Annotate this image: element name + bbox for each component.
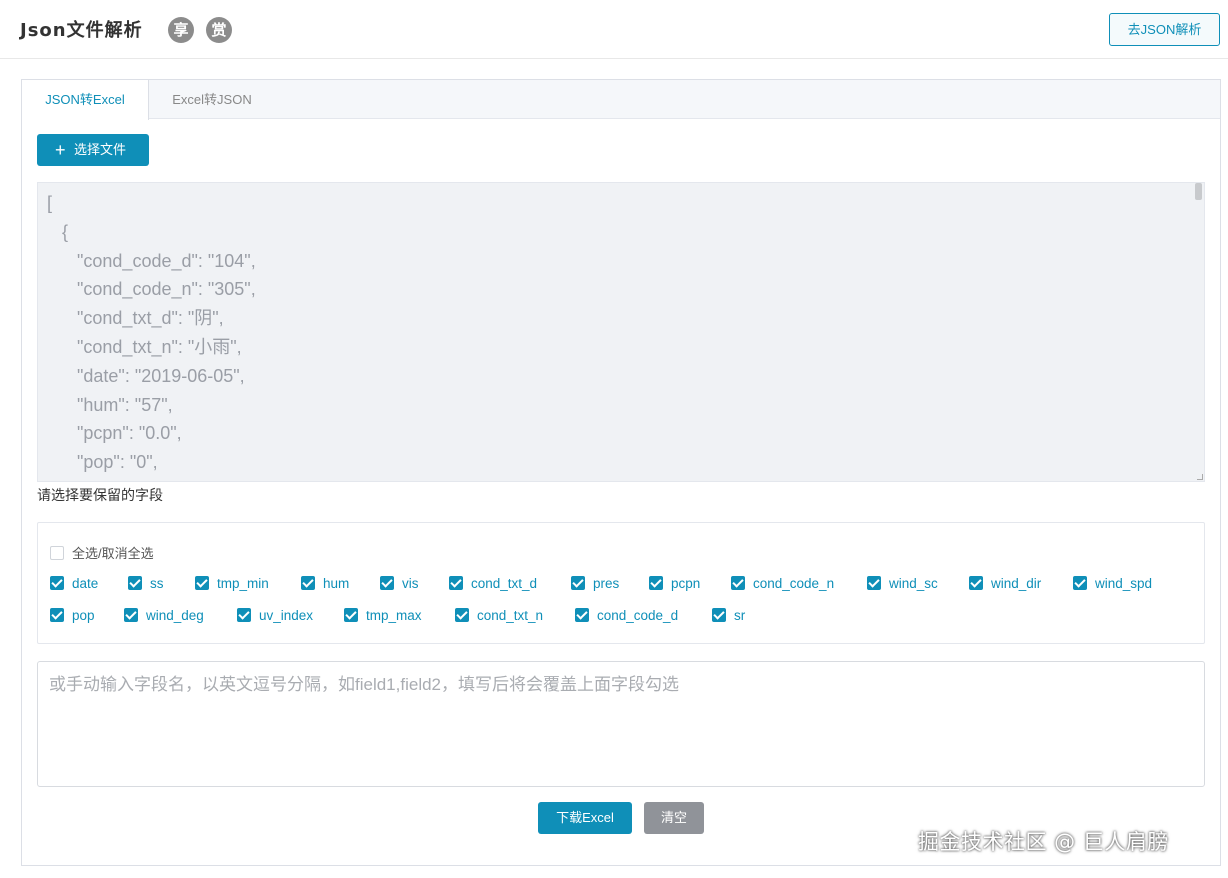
checkbox-icon <box>867 576 881 591</box>
field-checkbox-wind-spd[interactable]: wind_spd <box>1073 575 1152 591</box>
plus-icon: + <box>55 140 66 160</box>
manual-fields-textarea[interactable]: 或手动输入字段名，以英文逗号分隔，如field1,field2，填写后将会覆盖上… <box>37 661 1205 787</box>
field-checkbox-cond-txt-n[interactable]: cond_txt_n <box>455 607 543 623</box>
json-content: [ { "cond_code_d": "104", "cond_code_n":… <box>47 193 256 481</box>
checkbox-icon <box>649 576 663 591</box>
field-checkbox-vis[interactable]: vis <box>380 575 419 591</box>
field-checkbox-pcpn[interactable]: pcpn <box>649 575 700 591</box>
checkbox-icon <box>575 608 589 623</box>
field-label: tmp_min <box>217 575 269 591</box>
field-checkbox-pop[interactable]: pop <box>50 607 95 623</box>
field-checkbox-uv-index[interactable]: uv_index <box>237 607 313 623</box>
field-label: uv_index <box>259 607 314 623</box>
go-json-parse-button[interactable]: 去JSON解析 <box>1109 13 1220 46</box>
json-scrollbar[interactable] <box>1194 183 1204 481</box>
checkbox-icon <box>344 608 358 623</box>
field-label: wind_dir <box>991 575 1042 591</box>
select-all-label: 全选/取消全选 <box>72 546 154 561</box>
choose-file-button[interactable]: + 选择文件 <box>37 134 149 166</box>
choose-file-label: 选择文件 <box>74 142 127 157</box>
field-checkbox-cond-txt-d[interactable]: cond_txt_d <box>449 575 537 591</box>
checkbox-icon <box>124 608 138 623</box>
field-checkbox-tmp-min[interactable]: tmp_min <box>195 575 269 591</box>
scroll-thumb[interactable] <box>1195 183 1202 200</box>
app-header: Json文件解析 享 赏 去JSON解析 <box>0 0 1228 59</box>
download-excel-button[interactable]: 下载Excel <box>538 802 632 834</box>
manual-fields-placeholder: 或手动输入字段名，以英文逗号分隔，如field1,field2，填写后将会覆盖上… <box>49 675 680 694</box>
tab-excel-to-json[interactable]: Excel转JSON <box>149 80 275 119</box>
watermark: 掘金技术社区 @ 巨人肩膀 <box>918 830 1169 854</box>
json-textarea[interactable]: [ { "cond_code_d": "104", "cond_code_n":… <box>37 182 1205 482</box>
checkbox-icon <box>1073 576 1087 591</box>
checkbox-icon <box>731 576 745 591</box>
field-checkbox-wind-sc[interactable]: wind_sc <box>867 575 938 591</box>
clear-button[interactable]: 清空 <box>644 802 704 834</box>
checkbox-icon <box>571 576 585 591</box>
converter-panel: JSON转Excel Excel转JSON + 选择文件 [ { "cond_c… <box>21 79 1221 866</box>
checkbox-icon <box>50 576 64 591</box>
field-label: cond_code_n <box>753 575 835 591</box>
checkbox-icon <box>301 576 315 591</box>
checkbox-icon <box>50 608 64 623</box>
checkbox-icon <box>455 608 469 623</box>
page-title: Json文件解析 <box>20 20 143 41</box>
field-label: wind_deg <box>146 607 204 623</box>
field-label: hum <box>323 575 350 591</box>
field-label: wind_sc <box>889 575 938 591</box>
field-label: pcpn <box>671 575 701 591</box>
select-all-checkbox[interactable]: 全选/取消全选 <box>50 543 154 561</box>
field-checkbox-date[interactable]: date <box>50 575 98 591</box>
field-label: cond_txt_n <box>477 607 544 623</box>
field-label: pop <box>72 607 95 623</box>
checkbox-icon <box>50 545 64 560</box>
tab-json-to-excel[interactable]: JSON转Excel <box>22 80 149 120</box>
checkbox-icon <box>237 608 251 623</box>
field-checkbox-wind-deg[interactable]: wind_deg <box>124 607 204 623</box>
field-label: tmp_max <box>366 607 422 623</box>
field-checkbox-hum[interactable]: hum <box>301 575 349 591</box>
checkbox-icon <box>449 576 463 591</box>
field-checkbox-cond-code-n[interactable]: cond_code_n <box>731 575 834 591</box>
resize-grip-icon[interactable] <box>1197 474 1203 480</box>
checkbox-icon <box>712 608 726 623</box>
field-label: date <box>72 575 99 591</box>
field-label: wind_spd <box>1095 575 1153 591</box>
field-label: ss <box>150 575 164 591</box>
field-label: cond_code_d <box>597 607 679 623</box>
field-label: pres <box>593 575 620 591</box>
field-checkbox-pres[interactable]: pres <box>571 575 619 591</box>
tab-bar: JSON转Excel Excel转JSON <box>22 80 1220 120</box>
field-checkbox-ss[interactable]: ss <box>128 575 164 591</box>
checkbox-icon <box>128 576 142 591</box>
checkbox-icon <box>969 576 983 591</box>
field-label: cond_txt_d <box>471 575 538 591</box>
field-checkbox-group: 全选/取消全选 date ss tmp_min hum vis cond_txt_d pre… <box>37 522 1205 644</box>
field-checkbox-cond-code-d[interactable]: cond_code_d <box>575 607 678 623</box>
field-checkbox-tmp-max[interactable]: tmp_max <box>344 607 422 623</box>
reward-badge[interactable]: 赏 <box>206 17 232 43</box>
field-select-prompt: 请选择要保留的字段 <box>37 487 163 503</box>
share-badge[interactable]: 享 <box>168 17 194 43</box>
field-label: sr <box>734 607 746 623</box>
field-checkbox-sr[interactable]: sr <box>712 607 745 623</box>
checkbox-icon <box>380 576 394 591</box>
field-label: vis <box>402 575 419 591</box>
field-checkbox-wind-dir[interactable]: wind_dir <box>969 575 1041 591</box>
checkbox-icon <box>195 576 209 591</box>
